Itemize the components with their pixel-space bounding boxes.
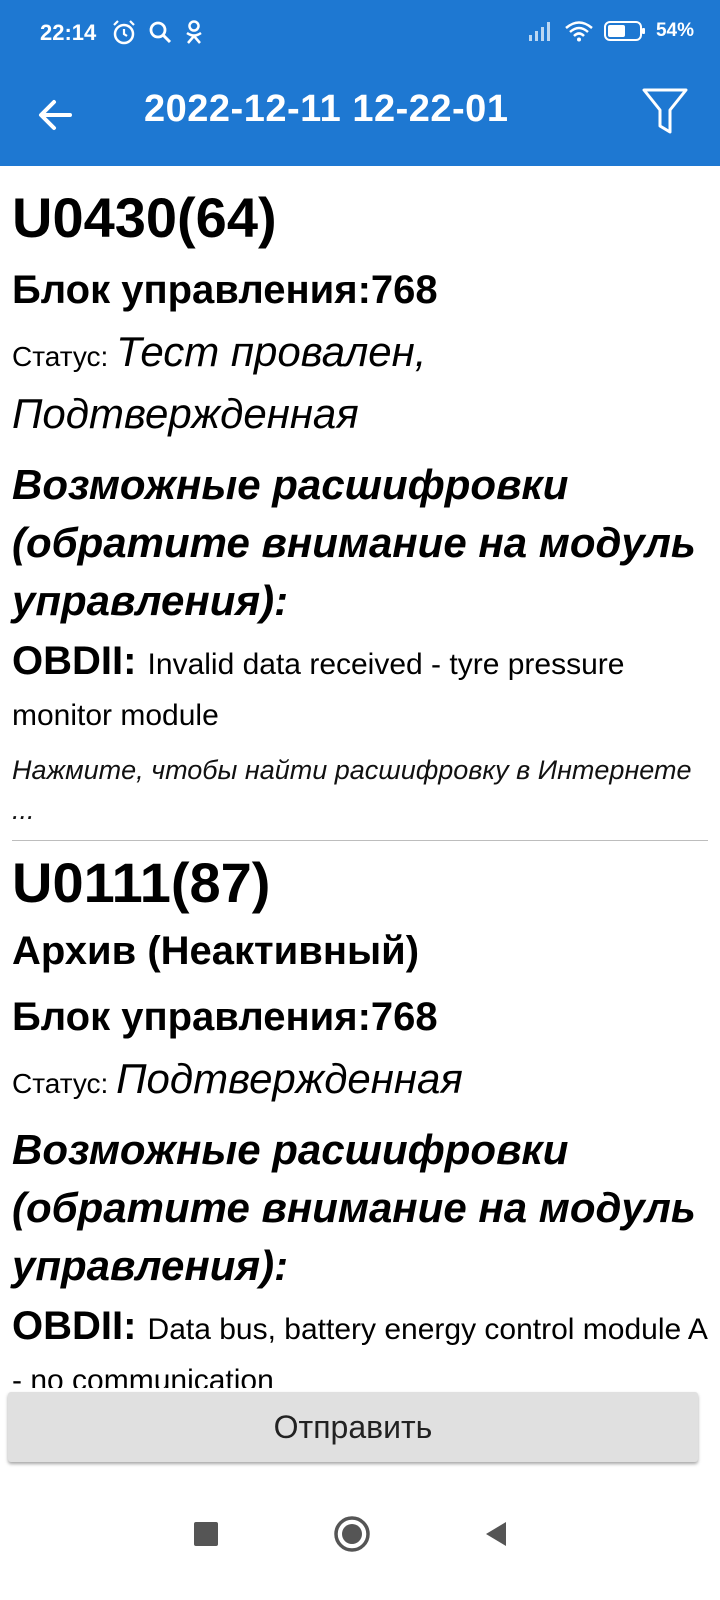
status-line: Статус: Тест провален, Подтвержденная <box>12 326 708 450</box>
archive-label: Архив (Неактивный) <box>12 929 420 973</box>
status-line: Статус: Подтвержденная <box>12 1053 708 1115</box>
control-block: Блок управления:768 <box>12 268 438 312</box>
battery-icon <box>603 21 645 41</box>
app-bar: 2022-12-11 12-22-01 <box>0 70 720 166</box>
obd-description: OBDII: Invalid data received - tyre pres… <box>12 638 708 744</box>
error-code: U0430(64) <box>12 186 277 249</box>
status-bar: 22:14 54% <box>0 0 720 70</box>
search-online-link[interactable]: Нажмите, чтобы найти расшифровку в Интер… <box>12 750 708 830</box>
wifi-icon <box>565 21 593 42</box>
filter-icon <box>642 88 688 134</box>
possible-decodings-title: Возможные расшифровки (обратите внимание… <box>12 1126 696 1289</box>
status-label: Статус: <box>12 341 117 372</box>
odnoklassniki-icon <box>186 20 202 44</box>
status-notification-icons <box>112 20 204 46</box>
home-button[interactable] <box>322 1504 382 1564</box>
status-value: Подтвержденная <box>116 1055 463 1102</box>
alarm-icon <box>113 20 135 45</box>
obd-description: OBDII: Data bus, battery energy control … <box>12 1303 708 1388</box>
send-button[interactable]: Отправить <box>8 1392 698 1462</box>
status-label: Статус: <box>12 1068 117 1099</box>
recents-button[interactable] <box>176 1504 236 1564</box>
arrow-left-icon <box>39 100 72 130</box>
possible-decodings-title: Возможные расшифровки (обратите внимание… <box>12 461 696 624</box>
error-entry[interactable]: U0430(64) Блок управления:768 Статус: Те… <box>0 166 720 830</box>
control-block: Блок управления:768 <box>12 995 438 1039</box>
obd-label: OBDII: <box>12 1304 148 1348</box>
status-time: 22:14 <box>40 20 97 45</box>
battery-percent: 54% <box>655 20 694 41</box>
signal-icon <box>528 22 550 41</box>
page-title: 2022-12-11 12-22-01 <box>144 88 509 130</box>
back-button[interactable] <box>30 90 80 140</box>
back-triangle-icon <box>486 1522 506 1546</box>
status-system-icons: 54% <box>528 20 694 42</box>
filter-button[interactable] <box>640 84 690 140</box>
search-icon <box>149 21 172 44</box>
back-nav-button[interactable] <box>466 1504 526 1564</box>
home-circle-icon <box>334 1516 370 1552</box>
recents-square-icon <box>194 1522 218 1546</box>
top-bar: 22:14 54% 2022-12-11 12-22-01 <box>0 0 720 166</box>
error-code: U0111(87) <box>12 851 271 914</box>
error-list[interactable]: U0430(64) Блок управления:768 Статус: Те… <box>0 166 720 1388</box>
error-entry[interactable]: U0111(87) Архив (Неактивный) Блок управл… <box>0 841 720 1388</box>
obd-label: OBDII: <box>12 639 148 683</box>
navigation-bar <box>0 1474 720 1600</box>
